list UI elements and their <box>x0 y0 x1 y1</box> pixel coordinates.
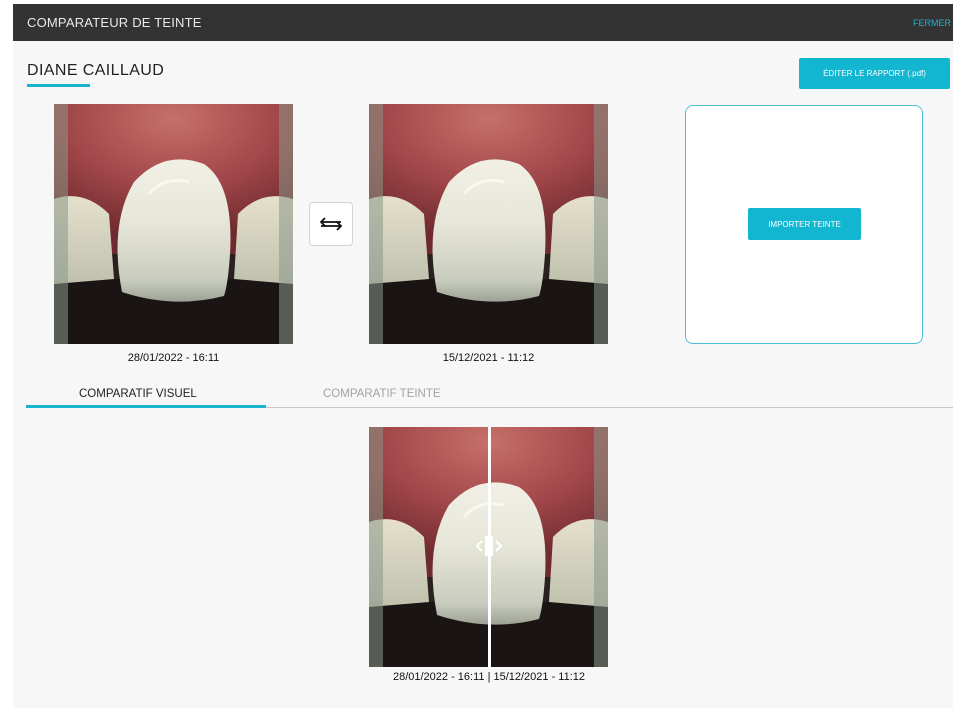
photo-left-date: 28/01/2022 - 16:11 <box>127 352 220 364</box>
patient-name-underline <box>27 84 90 87</box>
photo-left[interactable] <box>54 104 293 344</box>
window-title: COMPARATEUR DE TEINTE <box>27 15 202 30</box>
split-drag-handle[interactable] <box>474 531 504 561</box>
photo-right-date: 15/12/2021 - 11:12 <box>442 352 535 364</box>
tooth-photo-image <box>54 104 293 344</box>
tab-shade-comparison[interactable]: COMPARATIF TEINTE <box>323 388 441 400</box>
import-shade-button[interactable]: IMPORTER TEINTE <box>748 208 861 240</box>
photo-right[interactable] <box>369 104 608 344</box>
close-button[interactable]: FERMER <box>913 18 951 28</box>
tab-visual-comparison[interactable]: COMPARATIF VISUEL <box>79 388 197 400</box>
split-comparison-view[interactable] <box>369 427 608 667</box>
patient-name: DIANE CAILLAUD <box>27 62 165 79</box>
drag-arrows-icon <box>475 536 503 556</box>
export-report-button[interactable]: ÉDITER LE RAPPORT (.pdf) <box>799 58 950 89</box>
active-tab-indicator <box>26 405 266 408</box>
title-bar: COMPARATEUR DE TEINTE FERMER <box>13 4 953 41</box>
comparison-dates: 28/01/2022 - 16:11 | 15/12/2021 - 11:12 <box>392 671 586 683</box>
swap-photos-button[interactable] <box>309 202 353 246</box>
shade-comparator-window: COMPARATEUR DE TEINTE FERMER DIANE CAILL… <box>13 4 953 708</box>
tooth-photo-image <box>369 104 608 344</box>
swap-arrows-icon <box>319 217 343 231</box>
